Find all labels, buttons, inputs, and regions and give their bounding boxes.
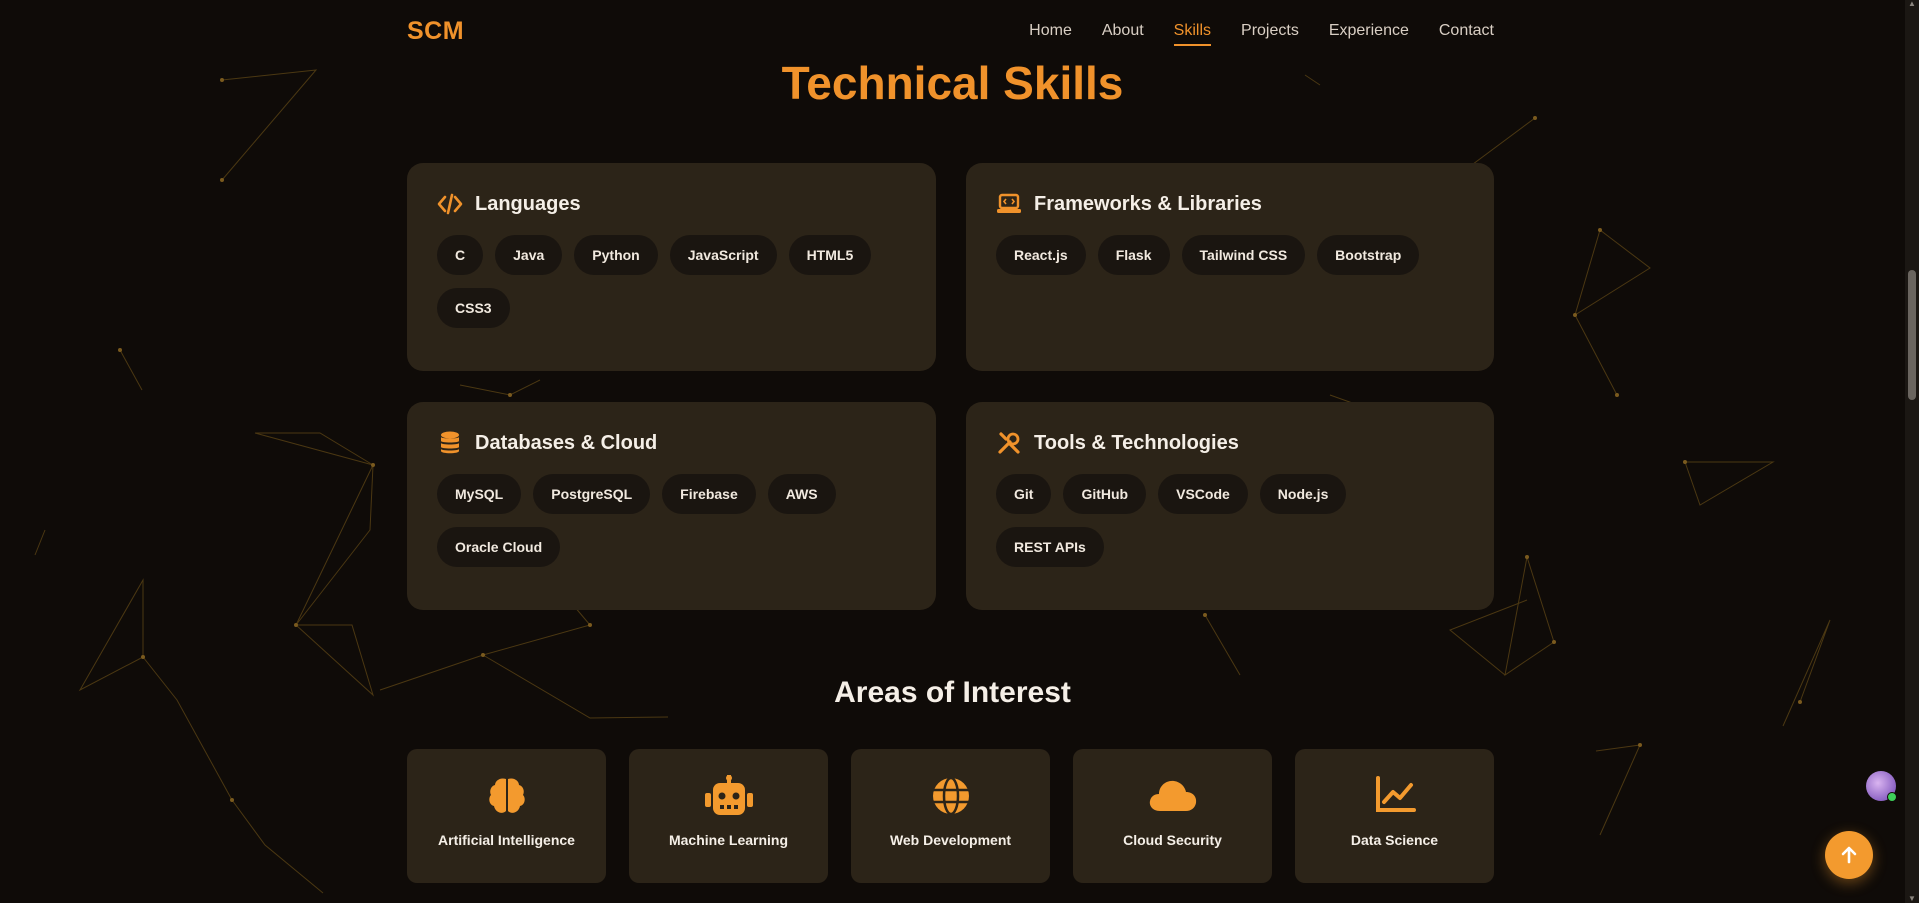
online-status-dot xyxy=(1887,792,1897,802)
nav-link-home[interactable]: Home xyxy=(1029,22,1072,46)
skill-chip: MySQL xyxy=(437,474,522,514)
interest-card-ml: Machine Learning xyxy=(629,749,828,883)
skill-chip: PostgreSQL xyxy=(533,474,651,514)
laptop-code-icon xyxy=(996,191,1022,217)
nav-link-experience[interactable]: Experience xyxy=(1329,22,1409,46)
skill-chip: Bootstrap xyxy=(1317,235,1420,275)
code-icon xyxy=(437,191,463,217)
skill-chip: Git xyxy=(996,474,1052,514)
page-scrollbar[interactable]: ▲ ▼ xyxy=(1905,0,1919,903)
skill-chip: C xyxy=(437,235,484,275)
chat-avatar[interactable] xyxy=(1866,771,1897,802)
chart-line-icon xyxy=(1295,775,1494,821)
skill-chip: Firebase xyxy=(662,474,756,514)
tools-icon xyxy=(996,430,1022,456)
skill-chip: Flask xyxy=(1097,235,1170,275)
skill-chip: JavaScript xyxy=(669,235,777,275)
interest-label: Machine Learning xyxy=(668,832,789,848)
interest-card-cloud: Cloud Security xyxy=(1073,749,1272,883)
skill-card-frameworks: Frameworks & Libraries React.js Flask Ta… xyxy=(966,163,1494,371)
brain-icon xyxy=(407,775,606,821)
nav-link-skills[interactable]: Skills xyxy=(1173,22,1212,46)
skill-chip: Java xyxy=(495,235,563,275)
skill-card-title: Databases & Cloud xyxy=(475,431,658,454)
nav-link-projects[interactable]: Projects xyxy=(1241,22,1299,46)
nav-link-contact[interactable]: Contact xyxy=(1439,22,1494,46)
interest-label: Artificial Intelligence xyxy=(438,832,575,848)
skill-chip: React.js xyxy=(996,235,1086,275)
skill-chip: GitHub xyxy=(1063,474,1147,514)
skill-chip: HTML5 xyxy=(788,235,872,275)
skill-card-title: Frameworks & Libraries xyxy=(1034,192,1262,215)
skill-chip: Oracle Cloud xyxy=(437,527,561,567)
globe-icon xyxy=(851,775,1050,821)
interest-card-data: Data Science xyxy=(1295,749,1494,883)
skill-card-tools: Tools & Technologies Git GitHub VSCode N… xyxy=(966,402,1494,610)
nav-links: Home About Skills Projects Experience Co… xyxy=(1029,22,1494,46)
cloud-icon xyxy=(1073,775,1272,821)
skill-chip: AWS xyxy=(767,474,836,514)
skill-chip: Tailwind CSS xyxy=(1181,235,1306,275)
scroll-down-arrow-icon[interactable]: ▼ xyxy=(1908,895,1916,903)
skill-chip: VSCode xyxy=(1158,474,1248,514)
skill-chip: Python xyxy=(574,235,658,275)
skill-card-title: Tools & Technologies xyxy=(1034,431,1239,454)
interest-card-web: Web Development xyxy=(851,749,1050,883)
interest-label: Data Science xyxy=(1350,832,1439,848)
skill-chip: CSS3 xyxy=(437,288,510,328)
skill-card-title: Languages xyxy=(475,192,581,215)
areas-of-interest-heading: Areas of Interest xyxy=(834,676,1071,709)
skill-chip: REST APIs xyxy=(996,527,1104,567)
site-logo[interactable]: SCM xyxy=(407,17,464,46)
skill-card-databases: Databases & Cloud MySQL PostgreSQL Fireb… xyxy=(407,402,936,610)
skill-card-languages: Languages C Java Python JavaScript HTML5… xyxy=(407,163,936,371)
skill-chip: Node.js xyxy=(1259,474,1347,514)
scroll-up-arrow-icon[interactable]: ▲ xyxy=(1908,0,1916,8)
arrow-up-icon xyxy=(1841,846,1857,864)
robot-icon xyxy=(629,775,828,821)
scroll-to-top-button[interactable] xyxy=(1825,831,1873,879)
interest-card-ai: Artificial Intelligence xyxy=(407,749,606,883)
database-icon xyxy=(437,430,463,456)
interest-label: Web Development xyxy=(889,832,1012,848)
top-navbar: SCM Home About Skills Projects Experienc… xyxy=(0,0,1905,66)
scrollbar-thumb[interactable] xyxy=(1908,270,1916,400)
interest-label: Cloud Security xyxy=(1123,832,1222,848)
nav-link-about[interactable]: About xyxy=(1102,22,1144,46)
